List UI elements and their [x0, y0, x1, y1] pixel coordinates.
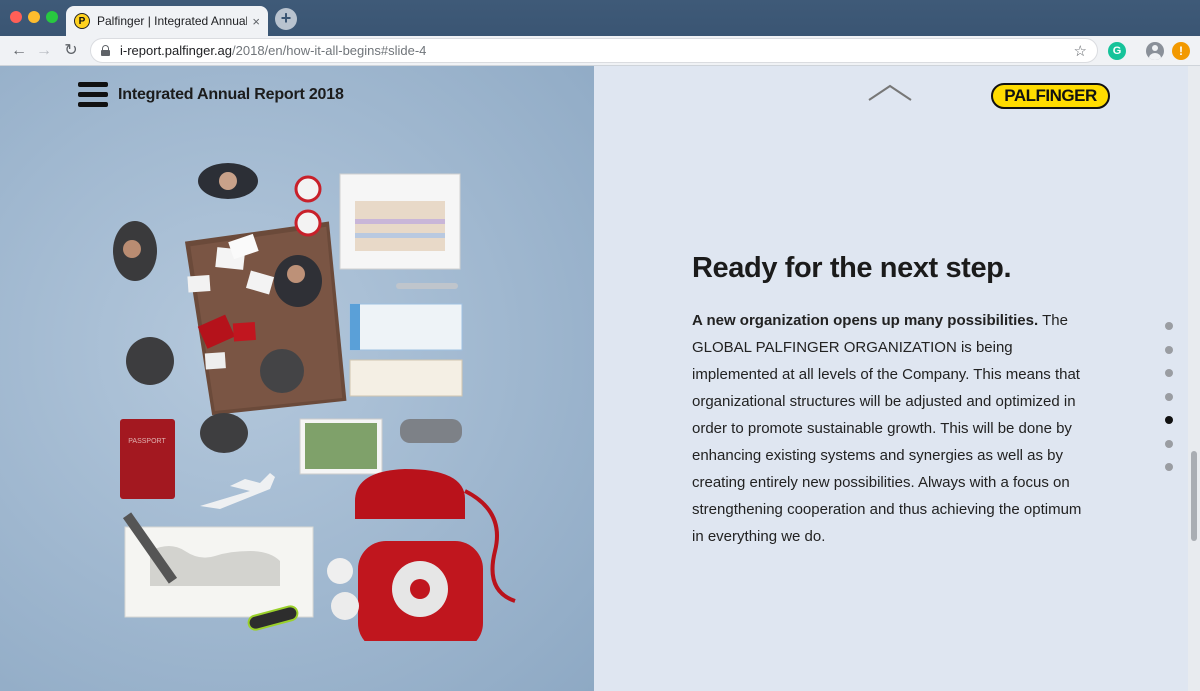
- person-top: [198, 163, 258, 199]
- world-map: [124, 526, 314, 618]
- chair: [126, 337, 174, 385]
- update-alert-icon[interactable]: !: [1172, 42, 1190, 60]
- profile-avatar-icon[interactable]: [1146, 42, 1164, 60]
- badge: [294, 175, 322, 203]
- minimize-window-button[interactable]: [28, 11, 40, 23]
- slide-dot-5[interactable]: [1165, 416, 1173, 424]
- grammarly-extension-icon[interactable]: G: [1108, 42, 1126, 60]
- office-flatlay-illustration: PASSPORT: [113, 163, 516, 641]
- airplane: [200, 473, 275, 509]
- close-window-button[interactable]: [10, 11, 22, 23]
- forward-arrow-icon[interactable]: →: [33, 40, 55, 62]
- scrollbar[interactable]: [1188, 66, 1200, 691]
- body-text: The GLOBAL PALFINGER ORGANIZATION is bei…: [692, 312, 1082, 545]
- palfinger-logo[interactable]: PALFINGER: [991, 83, 1110, 109]
- address-bar[interactable]: i-report.palfinger.ag/2018/en/how-it-all…: [90, 38, 1098, 63]
- chair: [260, 349, 304, 393]
- hamburger-menu-icon[interactable]: [78, 82, 108, 108]
- chevron-up-icon[interactable]: [867, 82, 913, 102]
- body-lead: A new organization opens up many possibi…: [692, 312, 1039, 329]
- bookmark-star-icon[interactable]: ☆: [1074, 42, 1087, 60]
- palfinger-favicon-icon: P: [74, 13, 90, 29]
- browser-toolbar: ← → ↻ i-report.palfinger.ag/2018/en/how-…: [0, 36, 1200, 66]
- toy-car: [400, 419, 462, 443]
- page: Integrated Annual Report 2018 PASSPORT P…: [0, 66, 1200, 691]
- boarding-pass: [349, 359, 463, 397]
- url-path: /2018/en/how-it-all-begins#slide-4: [232, 43, 427, 58]
- boarding-pass: [349, 303, 463, 351]
- badge: [294, 209, 322, 237]
- slide-dot-4[interactable]: [1165, 392, 1173, 401]
- browser-tab-bar: P Palfinger | Integrated Annual R × +: [0, 0, 1200, 36]
- meeting-table: [184, 221, 347, 416]
- reload-icon[interactable]: ↻: [60, 40, 82, 62]
- maximize-window-button[interactable]: [46, 11, 58, 23]
- slide-dot-7[interactable]: [1165, 463, 1173, 471]
- passport-label: PASSPORT: [128, 438, 166, 445]
- new-tab-button[interactable]: +: [275, 8, 297, 30]
- slide-dot-3[interactable]: [1165, 369, 1173, 377]
- slide-headline: Ready for the next step.: [692, 252, 1012, 284]
- slide-dot-1[interactable]: [1165, 322, 1173, 330]
- paper-ball: [327, 558, 353, 584]
- passport: PASSPORT: [120, 419, 175, 499]
- lock-icon[interactable]: [101, 45, 110, 56]
- slide-dot-2[interactable]: [1165, 345, 1173, 354]
- slide-pagination: [1165, 322, 1175, 487]
- pen: [396, 283, 458, 289]
- illustration-panel: Integrated Annual Report 2018 PASSPORT: [0, 66, 594, 691]
- person-left: [113, 221, 157, 281]
- chair: [200, 413, 248, 453]
- scrollbar-thumb[interactable]: [1191, 451, 1197, 541]
- tab-close-icon[interactable]: ×: [252, 14, 260, 29]
- url-host: i-report.palfinger.ag: [120, 43, 233, 58]
- slide-dot-6[interactable]: [1165, 439, 1173, 448]
- slide-body-text: A new organization opens up many possibi…: [692, 307, 1096, 550]
- paper-ball: [331, 592, 359, 620]
- red-telephone: [355, 469, 516, 641]
- browser-tab[interactable]: P Palfinger | Integrated Annual R ×: [66, 6, 268, 36]
- back-arrow-icon[interactable]: ←: [8, 40, 30, 62]
- notepad: [339, 173, 461, 270]
- report-title[interactable]: Integrated Annual Report 2018: [118, 86, 344, 104]
- tab-title: Palfinger | Integrated Annual R: [97, 14, 247, 28]
- person-right: [274, 255, 322, 307]
